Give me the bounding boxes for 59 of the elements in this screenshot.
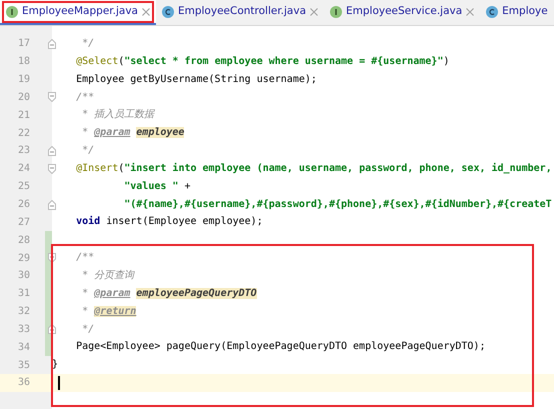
line-number: 22: [16, 128, 30, 139]
code-line: /**: [75, 251, 94, 266]
code-line: */: [81, 144, 94, 158]
code-line: "values " +: [123, 180, 190, 194]
tab-label: EmployeeService.java: [346, 6, 462, 17]
line-number: 30: [16, 270, 30, 282]
fold-icon[interactable]: [48, 146, 56, 156]
tab-label: EmployeeMapper.java: [22, 6, 138, 17]
code-line: @Insert("insert into employee (name, username, password, phone, sex, id_number,: [75, 162, 552, 176]
code-line: * 插入员工数据: [81, 108, 154, 122]
code-line: Employee getByUsername(String username);: [75, 72, 317, 87]
code-line: @Select("select * from employee where username = #{username}"): [75, 54, 450, 69]
code-line: * 分页查询: [81, 268, 134, 283]
code-line: */: [81, 37, 94, 51]
code-line: "(#{name},#{username},#{password},#{phone},#{sex},#{idNumber},#{createT: [123, 198, 552, 212]
code-line: * @param employeePageQueryDTO: [81, 286, 257, 301]
line-number: 28: [16, 234, 30, 246]
line-number: 21: [16, 110, 30, 121]
line-number: 36: [16, 377, 30, 388]
tab-label: Employe: [502, 6, 548, 17]
interface-icon: [6, 6, 18, 18]
close-icon[interactable]: [310, 8, 318, 16]
fold-icon[interactable]: [48, 92, 56, 102]
close-icon[interactable]: [142, 8, 150, 16]
fold-icon[interactable]: [48, 200, 56, 210]
line-number: 32: [16, 306, 30, 318]
line-number: 17: [16, 38, 30, 50]
line-number: 35: [16, 360, 30, 371]
fold-icon[interactable]: [48, 164, 56, 174]
tab-label: EmployeeController.java: [178, 6, 306, 17]
line-number: 18: [16, 56, 30, 68]
fold-icon[interactable]: [48, 38, 56, 49]
editor-tab[interactable]: Employe: [480, 0, 554, 25]
line-number: 29: [16, 252, 30, 264]
code-line: Page<Employee> pageQuery(EmployeePageQueryDTO employeePageQueryDTO);: [75, 340, 486, 354]
class-icon: [486, 6, 498, 18]
close-icon[interactable]: [466, 8, 474, 16]
class-icon: [162, 6, 174, 18]
line-number: 27: [16, 216, 30, 228]
editor-tab[interactable]: EmployeeService.java: [324, 0, 480, 25]
line-number: 25: [16, 181, 30, 192]
code-line: * @return: [81, 304, 136, 319]
line-number: 23: [16, 145, 30, 156]
code-line: */: [81, 322, 94, 336]
code-line: * @param employee: [81, 126, 184, 140]
code-line: /**: [75, 90, 94, 105]
code-line: void insert(Employee employee);: [75, 214, 263, 230]
code-line: }: [52, 358, 58, 372]
editor-tab[interactable]: EmployeeController.java: [156, 0, 324, 25]
line-number: 26: [16, 199, 30, 210]
interface-icon: [330, 6, 342, 18]
line-number: 34: [16, 342, 30, 353]
line-number: 20: [16, 92, 30, 103]
line-number: 19: [16, 74, 30, 86]
line-number: 24: [16, 163, 30, 174]
line-number: 31: [16, 288, 30, 300]
line-number: 33: [16, 324, 30, 335]
text-cursor: [58, 376, 60, 390]
editor-tab[interactable]: EmployeeMapper.java: [0, 0, 156, 25]
